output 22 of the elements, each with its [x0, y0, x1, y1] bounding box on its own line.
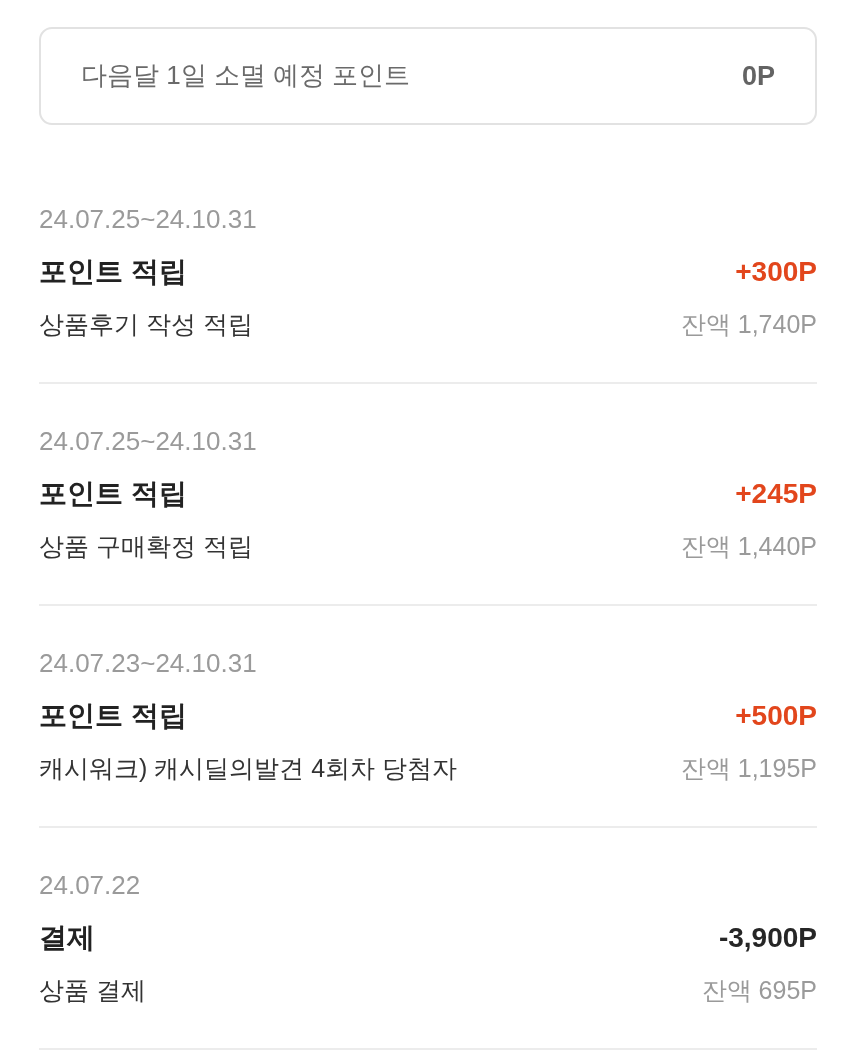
- entry-title: 포인트 적립: [39, 477, 187, 511]
- entry-title: 포인트 적립: [39, 699, 187, 733]
- description-text: 상품 결제: [39, 975, 146, 1005]
- balance-text: 잔액 1,440P: [680, 531, 817, 561]
- period-text: 24.07.23~24.10.31: [39, 648, 257, 680]
- amount-text: +500P: [735, 699, 817, 733]
- period-text: 24.07.25~24.10.31: [39, 426, 257, 458]
- balance-text: 잔액 1,195P: [680, 753, 817, 783]
- amount-text: +245P: [735, 477, 817, 511]
- description-text: 캐시워크) 캐시딜의발견 4회차 당첨자: [39, 753, 458, 783]
- period-text: 24.07.22: [39, 870, 141, 902]
- balance-text: 잔액 1,740P: [680, 309, 817, 339]
- amount-text: +300P: [735, 255, 817, 289]
- amount-text: -3,900P: [718, 921, 817, 955]
- period-text: 24.07.25~24.10.31: [39, 204, 257, 236]
- balance-text: 잔액 695P: [701, 975, 817, 1005]
- expiring-points-amount: 0P: [741, 59, 775, 93]
- description-text: 상품 구매확정 적립: [39, 531, 253, 561]
- entry-title: 포인트 적립: [39, 255, 187, 289]
- entry-title: 결제: [39, 921, 95, 955]
- description-text: 상품후기 작성 적립: [39, 309, 253, 339]
- expiring-points-label: 다음달 1일 소멸 예정 포인트: [81, 60, 411, 92]
